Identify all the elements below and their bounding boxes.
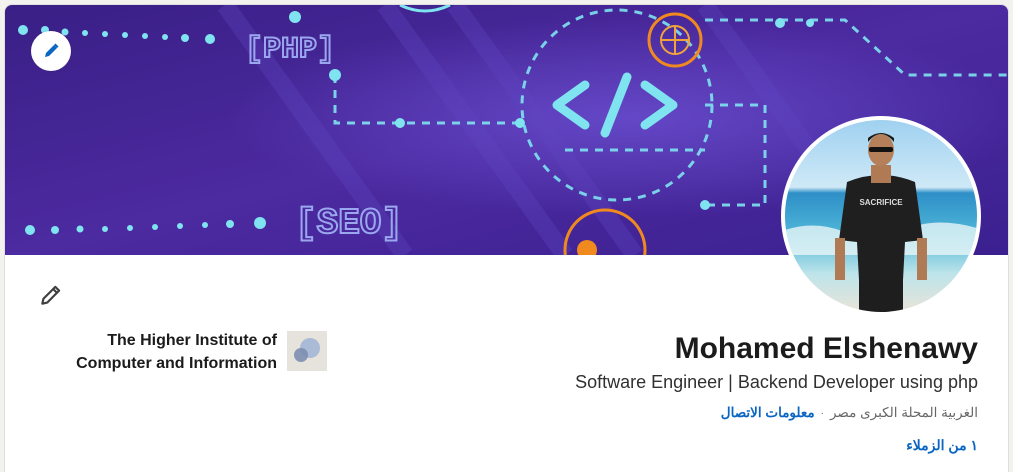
connections-link[interactable]: ١ من الزملاء	[906, 437, 978, 454]
pencil-icon	[45, 43, 59, 57]
separator-dot: ·	[820, 407, 824, 419]
contact-info-link[interactable]: معلومات الاتصال	[721, 405, 815, 421]
edit-cover-button[interactable]	[31, 31, 71, 71]
profile-photo-image: SACRIFICE	[785, 120, 977, 312]
profile-headline: Software Engineer | Backend Developer us…	[575, 372, 978, 392]
seo-label: [SEO]	[295, 203, 403, 244]
edit-intro-button[interactable]	[35, 279, 67, 311]
profile-card: [PHP] [SEO] SACRIFICE Mohamed Elshenawy …	[4, 4, 1009, 472]
profile-photo[interactable]: SACRIFICE	[785, 120, 977, 312]
php-label: [PHP]	[245, 33, 335, 67]
location-line: الغربية المحلة الكبرى مصر · معلومات الات…	[721, 405, 978, 421]
education-item[interactable]: The Higher Institute of Computer and Inf…	[55, 329, 327, 375]
profile-name: Mohamed Elshenawy	[674, 332, 978, 365]
shirt-print: SACRIFICE	[859, 198, 903, 207]
avatar-frame: SACRIFICE	[781, 116, 981, 316]
pencil-icon	[41, 285, 61, 305]
school-logo-icon	[287, 331, 327, 371]
education-name: The Higher Institute of Computer and Inf…	[76, 332, 277, 372]
location-text: الغربية المحلة الكبرى مصر	[829, 405, 978, 420]
